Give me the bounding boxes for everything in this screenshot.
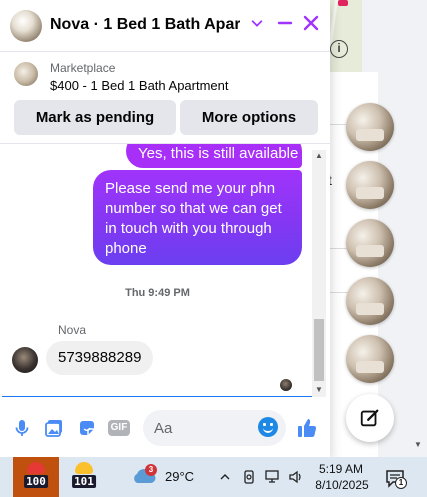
chat-head-avatar[interactable] <box>346 219 394 267</box>
emoji-icon[interactable] <box>258 417 278 437</box>
new-message-button[interactable] <box>346 394 394 442</box>
sender-name: Nova <box>58 323 87 337</box>
minimize-icon[interactable] <box>276 14 294 32</box>
mark-as-pending-button[interactable]: Mark as pending <box>14 100 176 135</box>
outgoing-message: Yes, this is still available <box>126 144 302 168</box>
sender-avatar[interactable] <box>12 347 38 373</box>
sticker-icon <box>80 421 94 435</box>
sticker-button[interactable] <box>75 416 99 440</box>
gif-icon: GIF <box>107 420 131 436</box>
conversation-avatar[interactable] <box>10 10 42 42</box>
volume-icon[interactable] <box>288 469 304 485</box>
outgoing-message: Please send me your phn number so that w… <box>93 170 302 265</box>
scroll-up-arrow[interactable]: ▲ <box>312 150 326 162</box>
chevron-down-icon[interactable] <box>250 16 264 30</box>
notification-count: 1 <box>395 477 407 489</box>
scrollbar-thumb[interactable] <box>314 319 324 381</box>
gif-button[interactable]: GIF <box>106 416 132 440</box>
photo-icon <box>45 420 62 437</box>
marketplace-label: Marketplace <box>50 61 116 75</box>
compose-icon <box>360 409 379 427</box>
app-icon <box>75 462 93 474</box>
voice-clip-button[interactable] <box>10 416 34 440</box>
meet-now-icon[interactable] <box>242 469 258 485</box>
message-list: Yes, this is still available Please send… <box>0 143 330 397</box>
clock-date[interactable]: 8/10/2025 <box>314 478 370 492</box>
chat-window: Nova · 1 Bed 1 Bath Apart... Marketplace… <box>0 0 330 457</box>
app-badge: 100 <box>24 475 48 488</box>
taskbar-app[interactable]: 100 <box>13 457 59 497</box>
chat-head-avatar[interactable] <box>346 277 394 325</box>
attach-photo-button[interactable] <box>42 416 66 440</box>
chat-head-avatar[interactable] <box>346 161 394 209</box>
message-timestamp: Thu 9:49 PM <box>125 287 190 299</box>
taskbar-app[interactable]: 101 <box>64 457 104 497</box>
listing-title[interactable]: $400 - 1 Bed 1 Bath Apartment <box>50 78 229 93</box>
incoming-message: 5739888289 <box>46 341 154 375</box>
close-icon[interactable] <box>302 14 320 32</box>
scroll-down-arrow[interactable]: ▼ <box>312 384 326 396</box>
info-icon[interactable]: i <box>330 40 348 58</box>
map-pin <box>338 0 348 6</box>
scroll-down-arrow[interactable]: ▼ <box>414 440 422 449</box>
microphone-icon <box>15 420 29 436</box>
seen-indicator-avatar <box>280 379 292 391</box>
chat-header: Nova · 1 Bed 1 Bath Apart... <box>0 0 330 52</box>
message-composer: GIF <box>0 400 330 457</box>
chat-head-avatar[interactable] <box>346 335 394 383</box>
more-options-button[interactable]: More options <box>180 100 318 135</box>
clock-time[interactable]: 5:19 AM <box>318 462 364 476</box>
conversation-title[interactable]: Nova · 1 Bed 1 Bath Apart... <box>50 16 240 34</box>
weather-alert-badge: 3 <box>145 464 157 476</box>
focus-indicator <box>2 396 312 397</box>
listing-thumbnail[interactable] <box>14 62 38 86</box>
taskbar: 100 101 3 29°C 5:19 AM 8/10/2025 1 <box>0 457 427 497</box>
like-icon <box>298 419 317 438</box>
app-badge: 101 <box>72 475 96 488</box>
chevron-up-icon[interactable] <box>217 469 233 485</box>
chat-head-avatar[interactable] <box>346 103 394 151</box>
temperature[interactable]: 29°C <box>165 469 194 484</box>
send-like-button[interactable] <box>295 416 319 440</box>
app-icon <box>27 462 45 474</box>
marketplace-listing: Marketplace $400 - 1 Bed 1 Bath Apartmen… <box>0 53 330 143</box>
network-icon[interactable] <box>265 469 281 485</box>
